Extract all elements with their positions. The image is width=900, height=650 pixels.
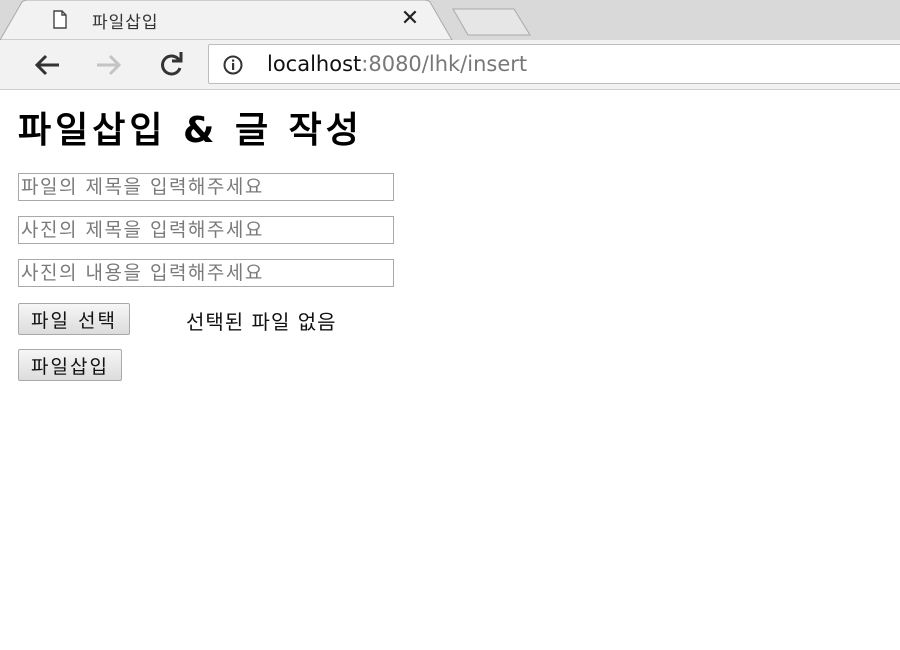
- page-content: 파일삽입 & 글 작성 파일 선택 선택된 파일 없음 파일삽입: [0, 91, 900, 650]
- address-bar[interactable]: localhost:8080/lhk/insert: [208, 44, 900, 84]
- url-host: localhost: [267, 52, 362, 76]
- info-icon[interactable]: [223, 55, 243, 75]
- file-status-text: 선택된 파일 없음: [186, 310, 337, 334]
- browser-toolbar: localhost:8080/lhk/insert: [0, 40, 900, 90]
- close-tab-icon[interactable]: ✕: [399, 6, 421, 32]
- browser-tab[interactable]: 파일삽입 ✕: [0, 0, 460, 40]
- new-tab-button[interactable]: [452, 8, 532, 36]
- submit-button[interactable]: 파일삽입: [18, 349, 122, 381]
- reload-icon: [161, 52, 183, 76]
- choose-file-button[interactable]: 파일 선택: [18, 303, 130, 335]
- url-text: localhost:8080/lhk/insert: [267, 52, 527, 76]
- file-title-input[interactable]: [18, 173, 394, 201]
- tab-title: 파일삽입: [92, 13, 159, 33]
- reload-button[interactable]: [154, 48, 188, 82]
- page-icon: [53, 10, 67, 29]
- back-arrow-icon: [34, 54, 59, 76]
- tab-strip: 파일삽입 ✕: [0, 0, 900, 40]
- photo-title-input[interactable]: [18, 216, 394, 244]
- forward-arrow-icon: [97, 54, 122, 76]
- photo-content-input[interactable]: [18, 259, 394, 287]
- back-button[interactable]: [30, 48, 64, 82]
- tab-shape: [0, 0, 453, 40]
- forward-button[interactable]: [92, 48, 126, 82]
- url-path: :8080/lhk/insert: [361, 52, 528, 76]
- page-title: 파일삽입 & 글 작성: [18, 110, 363, 151]
